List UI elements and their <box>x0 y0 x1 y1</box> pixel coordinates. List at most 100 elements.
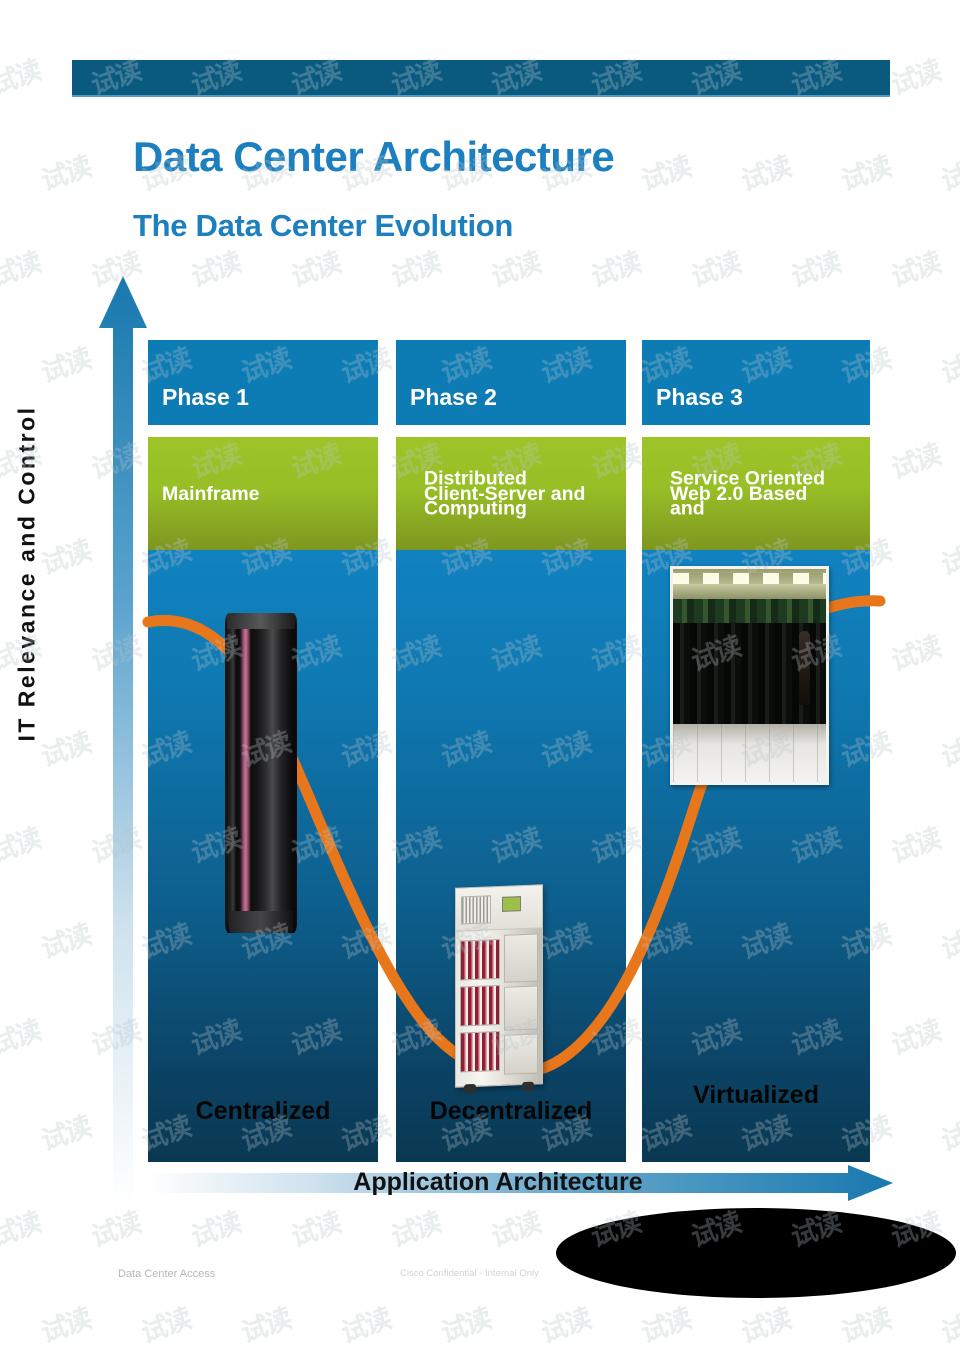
watermark-text: 试读 <box>38 1110 93 1159</box>
watermark-text: 试读 <box>888 54 943 103</box>
watermark-text: 试读 <box>0 246 43 295</box>
page-title: Data Center Architecture <box>133 133 615 180</box>
watermark-text: 试读 <box>737 0 793 7</box>
watermark-text: 试读 <box>488 1206 543 1255</box>
server-side-module <box>504 985 538 1031</box>
server-side-module <box>504 1033 538 1075</box>
footer-center-text: Cisco Confidential - Internal Only <box>400 1268 539 1279</box>
footer-left-text: Data Center Access <box>118 1268 216 1280</box>
server-display-panel <box>502 896 521 912</box>
watermark-text: 试读 <box>0 1206 43 1255</box>
watermark-text: 试读 <box>837 0 893 7</box>
watermark-text: 试读 <box>0 822 43 871</box>
watermark-text: 试读 <box>938 918 960 967</box>
watermark-text: 试读 <box>938 1110 960 1159</box>
server-blade-bank <box>460 1030 500 1073</box>
watermark-text: 试读 <box>637 0 693 7</box>
phase-2-subtitle: Client-Server and Distributed Computing <box>410 467 618 519</box>
phase-1-footer-label: Centralized <box>195 1097 331 1125</box>
watermark-text: 试读 <box>788 246 843 295</box>
phase-1-label: Phase 1 <box>162 384 249 410</box>
watermark-text: 试读 <box>888 1014 943 1063</box>
phase-2-subtitle-line-2: Distributed Computing <box>424 467 527 520</box>
column-divider <box>396 425 626 437</box>
watermark-text: 试读 <box>488 246 543 295</box>
watermark-text: 试读 <box>188 246 243 295</box>
watermark-text: 试读 <box>888 246 943 295</box>
watermark-text: 试读 <box>688 246 743 295</box>
watermark-text: 试读 <box>388 1206 443 1255</box>
phase-1-header: Phase 1 <box>148 340 378 425</box>
server-blade-bank <box>460 984 500 1027</box>
watermark-text: 试读 <box>938 534 960 583</box>
watermark-text: 试读 <box>938 726 960 775</box>
watermark-text: 试读 <box>338 1302 393 1351</box>
watermark-text: 试读 <box>38 150 93 199</box>
mainframe-cabinet-image <box>225 613 297 933</box>
watermark-text: 试读 <box>38 342 93 391</box>
watermark-text: 试读 <box>0 438 43 487</box>
column-divider <box>642 425 870 437</box>
watermark-text: 试读 <box>88 1206 143 1255</box>
watermark-text: 试读 <box>38 1302 93 1351</box>
watermark-text: 试读 <box>838 1302 893 1351</box>
column-divider <box>148 425 378 437</box>
photo-ceiling-lights <box>673 573 826 584</box>
phase-3-subtitle-bar: Service Oriented and Web 2.0 Based <box>642 437 870 550</box>
watermark-text: 试读 <box>38 918 93 967</box>
phase-3-subtitle: Service Oriented and Web 2.0 Based <box>656 467 862 519</box>
watermark-text: 试读 <box>388 246 443 295</box>
y-axis-label: IT Relevance and Control <box>13 405 40 742</box>
watermark-text: 试读 <box>237 0 293 7</box>
page-subtitle: The Data Center Evolution <box>133 208 514 243</box>
watermark-text: 试读 <box>38 534 93 583</box>
watermark-text: 试读 <box>588 246 643 295</box>
server-rack-image <box>455 884 543 1094</box>
phase-2-subtitle-bar: Client-Server and Distributed Computing <box>396 437 626 550</box>
phase-2-header: Phase 2 <box>396 340 626 425</box>
y-axis-arrow <box>99 276 147 1206</box>
watermark-text: 试读 <box>437 0 493 7</box>
watermark-text: 试读 <box>138 1302 193 1351</box>
server-side-module <box>504 933 538 983</box>
watermark-text: 试读 <box>938 150 960 199</box>
watermark-text: 试读 <box>937 0 960 7</box>
watermark-text: 试读 <box>137 0 193 7</box>
watermark-text: 试读 <box>0 630 43 679</box>
watermark-text: 试读 <box>838 150 893 199</box>
watermark-text: 试读 <box>238 1302 293 1351</box>
watermark-text: 试读 <box>537 0 593 7</box>
watermark-text: 试读 <box>288 246 343 295</box>
phase-2-footer-label: Decentralized <box>429 1097 593 1125</box>
phase-3-subtitle-line-2: Web 2.0 Based <box>670 482 808 505</box>
watermark-text: 试读 <box>738 1302 793 1351</box>
phase-3-footer-label: Virtualized <box>693 1081 819 1109</box>
black-oval-overlay <box>556 1208 956 1298</box>
server-top-panel <box>456 885 542 932</box>
watermark-text: 试读 <box>37 0 93 7</box>
watermark-text: 试读 <box>738 150 793 199</box>
watermark-text: 试读 <box>888 438 943 487</box>
slide-canvas: Data Center Architecture The Data Center… <box>0 0 960 1357</box>
server-blade-bank <box>460 938 500 981</box>
watermark-text: 试读 <box>638 150 693 199</box>
data-center-photo <box>670 566 829 785</box>
watermark-text: 试读 <box>0 1014 43 1063</box>
phase-3-label: Phase 3 <box>656 384 743 410</box>
watermark-text: 试读 <box>438 1302 493 1351</box>
watermark-text: 试读 <box>888 630 943 679</box>
watermark-text: 试读 <box>888 822 943 871</box>
x-axis-arrow <box>148 1165 893 1201</box>
server-caster <box>522 1081 534 1092</box>
phase-1-subtitle: Mainframe <box>162 482 260 505</box>
watermark-text: 试读 <box>538 1302 593 1351</box>
watermark-text: 试读 <box>938 1302 960 1351</box>
watermark-text: 试读 <box>0 54 43 103</box>
phase-1-subtitle-bar: Mainframe <box>148 437 378 550</box>
photo-raised-floor <box>673 724 826 782</box>
watermark-text: 试读 <box>288 1206 343 1255</box>
watermark-text: 试读 <box>938 342 960 391</box>
phase-3-header: Phase 3 <box>642 340 870 425</box>
watermark-text: 试读 <box>188 1206 243 1255</box>
photo-technician <box>799 631 810 705</box>
